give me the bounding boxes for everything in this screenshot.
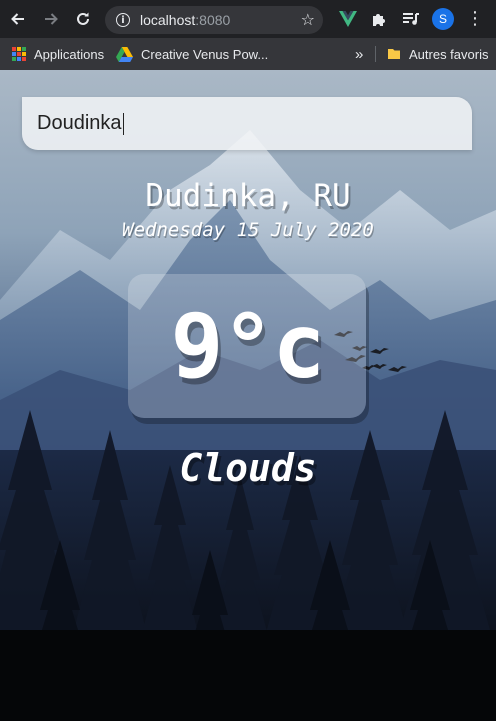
apps-grid-icon	[12, 47, 26, 61]
media-playlist-icon[interactable]	[400, 8, 422, 30]
address-bar[interactable]: i localhost:8080 ☆	[105, 6, 323, 34]
text-cursor	[122, 112, 124, 135]
profile-avatar[interactable]: S	[432, 8, 454, 30]
folder-icon	[388, 49, 400, 59]
temperature-value: 9°c	[170, 294, 326, 398]
back-icon[interactable]	[3, 4, 33, 34]
bookmark-creative-venus[interactable]: Creative Venus Pow...	[116, 38, 268, 70]
site-info-icon[interactable]: i	[116, 13, 130, 27]
bookmark-star-icon[interactable]: ☆	[301, 10, 315, 29]
search-input-value: Doudinka	[37, 112, 122, 134]
bookmarks-overflow-button[interactable]: »	[355, 38, 363, 70]
browser-toolbar: i localhost:8080 ☆ S ⋮	[0, 0, 496, 38]
bookmark-label: Creative Venus Pow...	[141, 46, 269, 62]
forward-icon[interactable]	[36, 4, 66, 34]
reload-icon[interactable]	[68, 4, 98, 34]
vue-devtools-extension-icon[interactable]	[337, 8, 359, 30]
city-search-input[interactable]: Doudinka	[22, 97, 472, 150]
bookmarks-bar: Applications Creative Venus Pow... » Aut…	[0, 38, 496, 70]
bookmark-applications[interactable]: Applications	[12, 38, 104, 70]
google-drive-icon	[116, 46, 133, 62]
url-text: localhost:8080	[140, 12, 231, 28]
weather-condition: Clouds	[179, 446, 317, 490]
browser-menu-icon[interactable]: ⋮	[466, 8, 484, 30]
temperature-card: 9°c	[128, 274, 366, 418]
bookmarks-separator	[375, 46, 376, 62]
extensions-puzzle-icon[interactable]	[368, 8, 390, 30]
location-title: Dudinka, RU	[145, 178, 351, 214]
bookmark-label: Applications	[34, 46, 105, 62]
current-date: Wednesday 15 July 2020	[122, 219, 374, 241]
weather-app: Doudinka Dudinka, RU Wednesday 15 July 2…	[0, 70, 496, 721]
bookmark-other-favorites[interactable]: Autres favoris	[387, 38, 488, 70]
bookmark-label: Autres favoris	[409, 46, 489, 62]
